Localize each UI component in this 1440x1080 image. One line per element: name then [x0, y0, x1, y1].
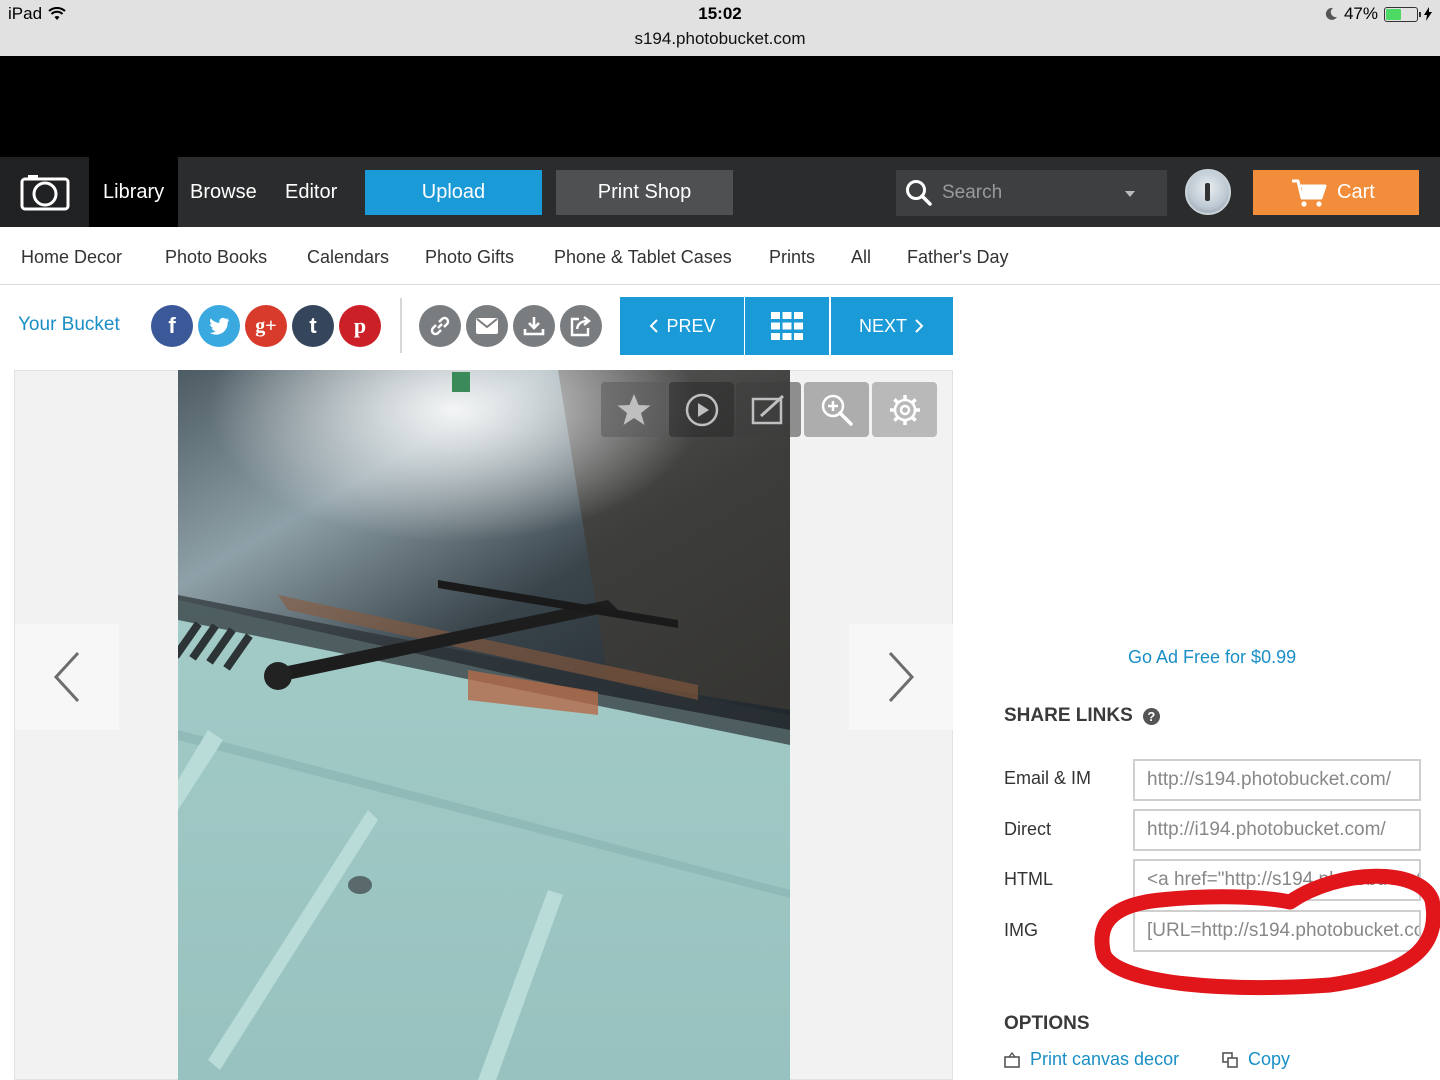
share-label-img: IMG — [1004, 920, 1038, 940]
link-icon — [430, 316, 450, 336]
subnav-home-decor[interactable]: Home Decor — [21, 227, 122, 287]
direct-link-field[interactable]: http://i194.photobucket.com/ — [1133, 809, 1421, 851]
chevron-right-icon — [888, 651, 915, 703]
chevron-right-icon — [915, 319, 924, 333]
download-button[interactable] — [513, 305, 555, 347]
twitter-icon — [209, 317, 229, 335]
prev-label: PREV — [666, 315, 716, 336]
star-icon — [617, 393, 650, 425]
charging-bolt-icon — [1424, 7, 1432, 21]
edit-photo-button[interactable] — [736, 382, 801, 437]
share-label-email: Email & IM — [1004, 768, 1092, 788]
status-time: 15:02 — [698, 4, 742, 23]
go-ad-free-link[interactable]: Go Ad Free for $0.99 — [1128, 647, 1296, 668]
img-code-field[interactable]: [URL=http://s194.photobucket.com — [1133, 910, 1421, 952]
zoom-in-icon — [821, 394, 853, 426]
copy-link[interactable]: Copy — [1222, 1049, 1290, 1070]
facebook-icon: f — [168, 313, 176, 338]
play-icon — [685, 393, 718, 426]
search-input[interactable] — [942, 170, 1122, 216]
zoom-button[interactable] — [804, 382, 869, 437]
copy-label: Copy — [1248, 1049, 1291, 1069]
share-links-heading: SHARE LINKS ? — [1004, 705, 1160, 727]
battery-icon — [1384, 6, 1421, 22]
google-plus-icon: g+ — [255, 314, 277, 337]
nav-editor[interactable]: Editor — [271, 157, 351, 227]
share-external-button[interactable] — [560, 305, 602, 347]
print-canvas-label: Print canvas decor — [1030, 1049, 1180, 1069]
chevron-left-icon — [53, 651, 80, 703]
chevron-down-icon[interactable] — [1125, 191, 1135, 197]
main-photo[interactable] — [178, 370, 790, 1080]
subnav-photo-books[interactable]: Photo Books — [165, 227, 267, 287]
previous-photo-button[interactable] — [15, 624, 119, 730]
canvas-icon — [1004, 1051, 1020, 1068]
toolbar-divider — [400, 298, 402, 353]
envelope-icon — [476, 318, 498, 334]
status-right: 47% — [1324, 4, 1432, 24]
battery-percent: 47% — [1343, 4, 1378, 23]
gear-icon — [889, 394, 920, 425]
search-box[interactable] — [896, 170, 1167, 216]
camera-icon — [20, 175, 69, 211]
print-shop-button[interactable]: Print Shop — [556, 170, 733, 215]
address-bar-url[interactable]: s194.photobucket.com — [0, 29, 1440, 49]
photo-content — [178, 370, 790, 1080]
copy-icon — [1222, 1051, 1238, 1068]
email-im-link-field[interactable]: http://s194.photobucket.com/ — [1133, 759, 1421, 801]
upload-button[interactable]: Upload — [365, 170, 542, 215]
your-bucket-link[interactable]: Your Bucket — [18, 314, 120, 336]
main-navbar: Library Browse Editor Upload Print Shop … — [0, 157, 1440, 227]
prev-button[interactable]: PREV — [620, 297, 744, 355]
cart-button[interactable]: Cart — [1253, 170, 1419, 215]
next-photo-button[interactable] — [849, 624, 953, 730]
email-share-button[interactable] — [466, 305, 508, 347]
share-label-html: HTML — [1004, 869, 1053, 889]
moon-icon — [1325, 7, 1337, 20]
nav-browse[interactable]: Browse — [176, 157, 271, 227]
nav-library[interactable]: Library — [89, 157, 179, 227]
subnav-calendars[interactable]: Calendars — [307, 227, 389, 287]
tumblr-icon: t — [309, 313, 317, 338]
grid-icon — [771, 312, 803, 340]
battery-level — [1386, 8, 1402, 20]
pinterest-icon: p — [353, 313, 367, 338]
share-label-direct: Direct — [1004, 819, 1052, 839]
copy-link-button[interactable] — [419, 305, 461, 347]
options-heading: OPTIONS — [1004, 1013, 1090, 1034]
ios-status-bar: iPad 15:02 s194.photobucket.com 47% — [0, 0, 1440, 56]
search-icon — [906, 180, 932, 206]
facebook-share-button[interactable]: f — [151, 305, 193, 347]
next-label: NEXT — [858, 315, 907, 336]
share-links-title: SHARE LINKS — [1004, 705, 1133, 726]
subnav-photo-gifts[interactable]: Photo Gifts — [425, 227, 514, 287]
edit-icon — [751, 394, 784, 424]
product-subnav: Home Decor Photo Books Calendars Photo G… — [0, 227, 1440, 285]
grid-view-button[interactable] — [745, 297, 829, 355]
html-code-field[interactable]: <a href="http://s194.photobucket.com — [1133, 859, 1421, 901]
pinterest-share-button[interactable]: p — [339, 305, 381, 347]
download-icon — [523, 317, 545, 336]
chevron-left-icon — [650, 319, 659, 333]
cart-icon — [1292, 179, 1327, 207]
avatar-figure — [1205, 183, 1210, 201]
twitter-share-button[interactable] — [198, 305, 240, 347]
subnav-prints[interactable]: Prints — [769, 227, 815, 287]
print-canvas-link[interactable]: Print canvas decor — [1004, 1049, 1179, 1070]
cart-label: Cart — [1337, 181, 1375, 203]
next-button[interactable]: NEXT — [831, 297, 953, 355]
subnav-fathers-day[interactable]: Father's Day — [907, 227, 1008, 287]
subnav-phone-tablet-cases[interactable]: Phone & Tablet Cases — [554, 227, 732, 287]
photo-settings-button[interactable] — [872, 382, 937, 437]
favorite-button[interactable] — [601, 382, 666, 437]
subnav-all[interactable]: All — [851, 227, 871, 287]
browser-black-band — [0, 56, 1440, 157]
help-icon[interactable]: ? — [1142, 707, 1160, 725]
slideshow-button[interactable] — [669, 382, 734, 437]
avatar[interactable] — [1185, 169, 1231, 215]
photobucket-logo[interactable] — [0, 157, 89, 227]
share-icon — [570, 316, 591, 337]
tumblr-share-button[interactable]: t — [292, 305, 334, 347]
google-plus-share-button[interactable]: g+ — [245, 305, 287, 347]
